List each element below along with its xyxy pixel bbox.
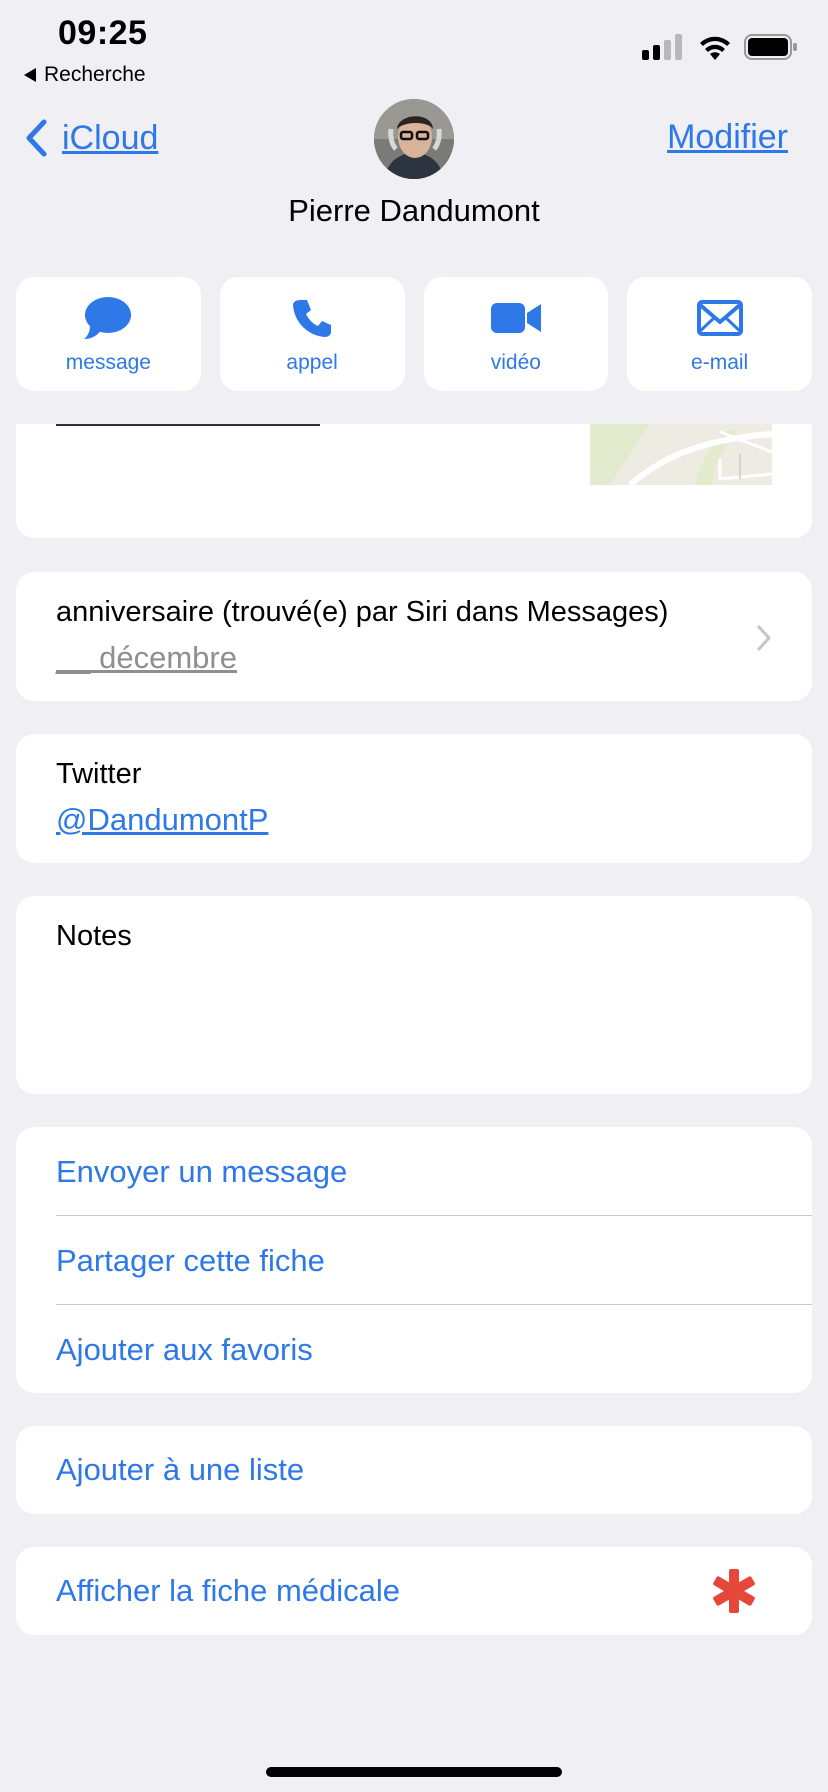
- add-to-list-card[interactable]: Ajouter à une liste: [16, 1426, 812, 1514]
- quick-actions: message appel vidéo e-mail: [16, 277, 812, 391]
- map-thumbnail[interactable]: [590, 424, 772, 485]
- email-action-label: e-mail: [691, 351, 749, 374]
- medical-id-link[interactable]: Afficher la fiche médicale: [56, 1573, 400, 1609]
- birthday-label: anniversaire (trouvé(e) par Siri dans Me…: [56, 596, 669, 628]
- back-to-app-link[interactable]: Recherche: [24, 63, 146, 87]
- medical-id-card[interactable]: Afficher la fiche médicale: [16, 1547, 812, 1635]
- back-app-label: Recherche: [44, 63, 146, 86]
- birthday-card[interactable]: anniversaire (trouvé(e) par Siri dans Me…: [16, 572, 812, 701]
- avatar: [374, 99, 454, 179]
- chevron-right-icon: [757, 625, 771, 651]
- call-action-label: appel: [286, 351, 338, 374]
- back-button[interactable]: iCloud: [24, 118, 158, 158]
- cellular-signal-icon: [642, 34, 682, 60]
- address-card[interactable]: [16, 424, 812, 538]
- status-icons: [642, 34, 798, 60]
- status-time: 09:25: [58, 14, 148, 52]
- email-action-button[interactable]: e-mail: [627, 277, 812, 391]
- divider: [56, 1215, 812, 1216]
- twitter-card: Twitter @DandumontP: [16, 734, 812, 863]
- back-label: iCloud: [62, 118, 159, 157]
- contact-photo: [374, 99, 454, 179]
- speech-bubble-icon: [84, 297, 132, 339]
- address-text-remnant: [56, 424, 320, 426]
- medical-asterisk-icon: [713, 1569, 755, 1613]
- wifi-icon: [700, 36, 730, 60]
- video-camera-icon: [490, 303, 541, 333]
- video-action-label: vidéo: [490, 351, 541, 374]
- chevron-left-icon: [26, 119, 47, 157]
- share-contact-link[interactable]: Partager cette fiche: [56, 1243, 325, 1279]
- notes-label: Notes: [56, 920, 132, 952]
- twitter-label: Twitter: [56, 758, 142, 790]
- birthday-value: __ décembre: [56, 640, 237, 675]
- contact-name: Pierre Dandumont: [288, 193, 540, 228]
- home-indicator[interactable]: [266, 1767, 562, 1777]
- send-message-link[interactable]: Envoyer un message: [56, 1154, 347, 1190]
- edit-button[interactable]: Modifier: [667, 118, 788, 157]
- back-triangle-icon: [24, 68, 36, 82]
- call-action-button[interactable]: appel: [219, 277, 405, 391]
- add-to-list-link[interactable]: Ajouter à une liste: [56, 1452, 304, 1488]
- divider: [56, 1304, 812, 1305]
- video-action-button[interactable]: vidéo: [423, 277, 609, 391]
- actions-list-card: Envoyer un message Partager cette fiche …: [16, 1127, 812, 1393]
- battery-icon: [744, 34, 797, 60]
- notes-card[interactable]: Notes: [16, 896, 812, 1094]
- envelope-icon: [696, 300, 743, 336]
- twitter-handle-link[interactable]: @DandumontP: [56, 802, 268, 838]
- add-to-favorites-link[interactable]: Ajouter aux favoris: [56, 1332, 313, 1368]
- message-action-button[interactable]: message: [16, 277, 201, 391]
- message-action-label: message: [65, 351, 151, 374]
- phone-icon: [293, 300, 332, 337]
